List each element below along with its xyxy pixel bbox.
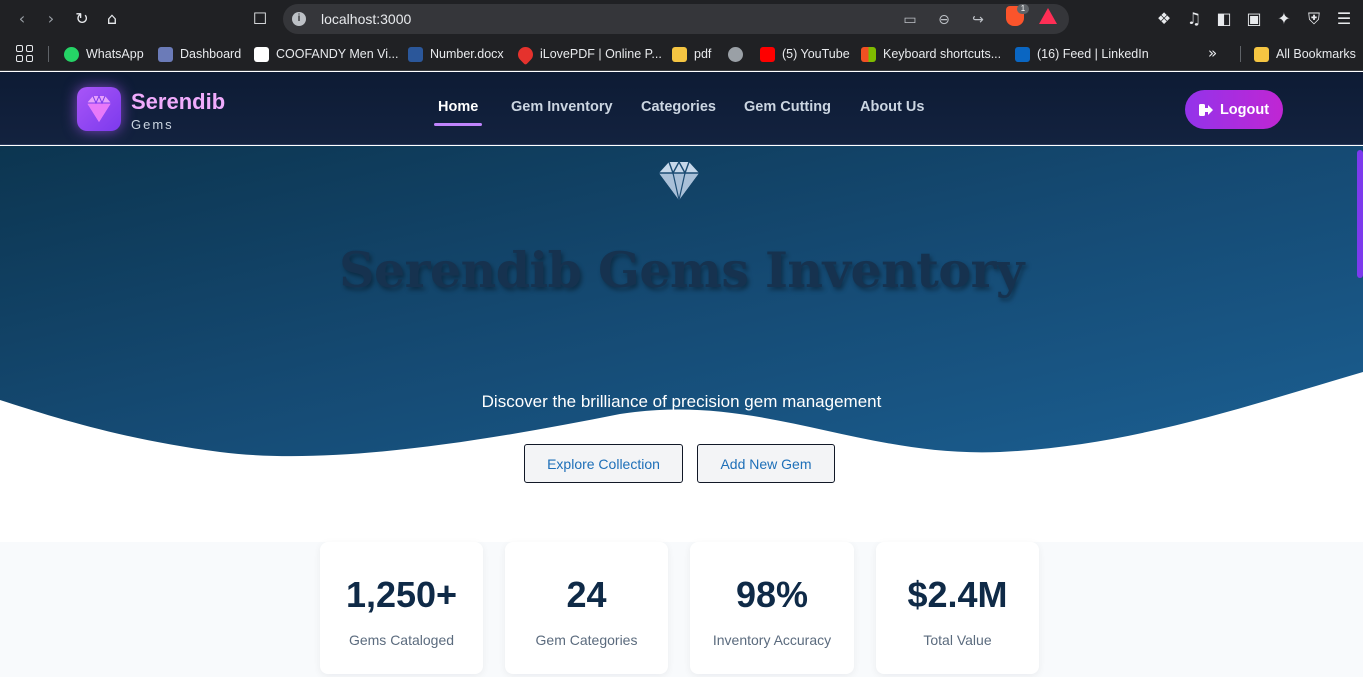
hero-wave-background — [0, 146, 1363, 457]
bookmark-coofandy[interactable]: COOFANDY Men Vi... — [254, 45, 399, 63]
bookmark-icon[interactable]: ☐ — [249, 8, 271, 30]
bookmarks-divider — [48, 46, 49, 62]
brand-name[interactable]: Serendib — [131, 89, 225, 115]
hero-title: Serendib Gems Inventory — [339, 241, 1024, 299]
stat-card: 24 Gem Categories — [505, 542, 668, 674]
stats-section: 1,250+ Gems Cataloged 24 Gem Categories … — [0, 542, 1363, 677]
bookmark-ilovepdf[interactable]: iLovePDF | Online P... — [514, 43, 662, 65]
vpn-icon[interactable]: ⛨ — [1303, 8, 1325, 30]
active-nav-indicator — [434, 123, 482, 126]
stat-value: 98% — [735, 574, 809, 615]
stat-value: 24 — [566, 574, 607, 615]
menu-icon[interactable]: ☰ — [1333, 8, 1355, 30]
apps-icon[interactable] — [16, 45, 34, 63]
media-icon[interactable]: ♫ — [1183, 8, 1205, 30]
more-bookmarks-icon[interactable]: » — [1208, 44, 1217, 62]
stat-label: Gems Cataloged — [348, 632, 455, 648]
bookmark-whatsapp[interactable]: WhatsApp — [64, 45, 144, 63]
microsoft-icon — [861, 46, 876, 62]
whatsapp-icon — [64, 46, 79, 62]
stat-card: 98% Inventory Accuracy — [690, 542, 854, 674]
ilovepdf-icon — [514, 43, 537, 65]
nav-categories[interactable]: Categories — [641, 99, 716, 115]
site-info-icon[interactable]: i — [292, 12, 306, 26]
linkedin-icon — [1015, 46, 1030, 62]
leo-ai-icon[interactable]: ✦ — [1273, 8, 1295, 30]
word-icon — [408, 46, 423, 62]
nav-gem-inventory[interactable]: Gem Inventory — [511, 99, 613, 115]
bookmark-keyboard-shortcuts[interactable]: Keyboard shortcuts... — [861, 45, 1001, 63]
nav-home[interactable]: Home — [438, 99, 478, 115]
stat-label: Gem Categories — [535, 632, 638, 648]
dashboard-icon — [158, 46, 173, 62]
brand-subtitle: Gems — [131, 117, 174, 132]
forward-icon[interactable]: › — [40, 8, 62, 30]
address-bar[interactable]: i localhost:3000 ▭ ⊖ ↪ — [283, 4, 1069, 34]
cast-icon[interactable]: ▭ — [900, 10, 920, 30]
bookmark-pdf-folder[interactable]: pdf — [672, 45, 711, 63]
url-text[interactable]: localhost:3000 — [321, 11, 411, 27]
home-icon[interactable]: ⌂ — [101, 8, 123, 30]
extensions-icon[interactable]: ❖ — [1153, 8, 1175, 30]
globe-icon — [728, 46, 743, 62]
stat-card: $2.4M Total Value — [876, 542, 1039, 674]
hero-subtitle: Discover the brilliance of precision gem… — [481, 392, 882, 411]
sidebar-icon[interactable]: ◧ — [1213, 8, 1235, 30]
add-new-gem-button[interactable]: Add New Gem — [697, 444, 835, 483]
explore-collection-button[interactable]: Explore Collection — [524, 444, 683, 483]
bookmark-linkedin[interactable]: (16) Feed | LinkedIn — [1015, 45, 1149, 63]
all-bookmarks[interactable]: All Bookmarks — [1254, 45, 1356, 63]
nav-gem-cutting[interactable]: Gem Cutting — [744, 99, 831, 115]
zoom-icon[interactable]: ⊖ — [934, 10, 954, 30]
bookmarks-divider-right — [1240, 46, 1241, 62]
back-icon[interactable]: ‹ — [11, 8, 33, 30]
site-header: Serendib Gems Home Gem Inventory Categor… — [0, 72, 1363, 145]
bookmark-youtube[interactable]: (5) YouTube — [760, 45, 850, 63]
stat-value: 1,250+ — [345, 574, 458, 615]
logout-icon — [1198, 103, 1213, 116]
stat-label: Total Value — [923, 632, 992, 648]
wallet-icon[interactable]: ▣ — [1243, 8, 1265, 30]
logout-button[interactable]: Logout — [1185, 90, 1283, 129]
bookmark-number-docx[interactable]: Number.docx — [408, 45, 504, 63]
hero-diamond-icon — [659, 160, 699, 201]
reload-icon[interactable]: ↻ — [71, 8, 93, 30]
youtube-icon — [760, 46, 775, 62]
folder-icon — [672, 46, 687, 62]
page-scrollbar[interactable] — [1357, 150, 1363, 278]
bookmark-globe[interactable] — [728, 45, 750, 63]
folder-icon — [1254, 46, 1269, 62]
logo-gem-icon[interactable] — [77, 87, 121, 131]
web-page: Serendib Gems Home Gem Inventory Categor… — [0, 72, 1363, 677]
browser-toolbar: ‹ › ↻ ⌂ ☐ i localhost:3000 ▭ ⊖ ↪ 1 ❖ ♫ ◧… — [0, 0, 1363, 38]
amazon-icon — [254, 46, 269, 62]
stat-label: Inventory Accuracy — [712, 632, 832, 648]
nav-about-us[interactable]: About Us — [860, 99, 924, 115]
bookmark-dashboard[interactable]: Dashboard — [158, 45, 241, 63]
share-icon[interactable]: ↪ — [968, 10, 988, 30]
logout-label: Logout — [1219, 101, 1270, 118]
stat-card: 1,250+ Gems Cataloged — [320, 542, 483, 674]
stat-value: $2.4M — [907, 574, 1008, 615]
brave-shields-badge: 1 — [1017, 4, 1029, 14]
hero-section: Serendib Gems Inventory Discover the bri… — [0, 146, 1363, 546]
brave-rewards-icon[interactable] — [1039, 8, 1057, 24]
